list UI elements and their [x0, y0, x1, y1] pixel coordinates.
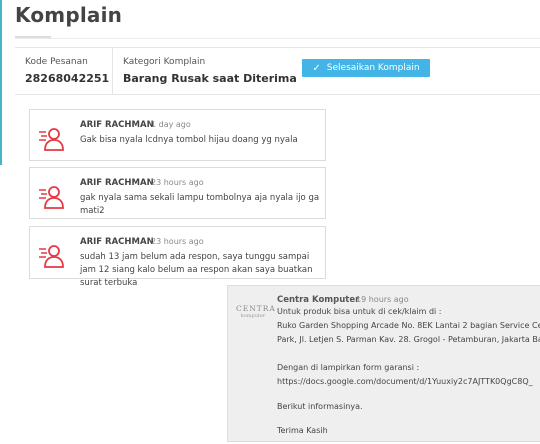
user-avatar-icon — [39, 128, 64, 151]
seller-author: Centra Komputer — [277, 295, 360, 305]
logo-sub-text: komputer — [240, 313, 266, 319]
seller-text-line: Park, Jl. Letjen S. Parman Kav. 28. Grog… — [277, 335, 540, 344]
seller-time: 19 hours ago — [356, 295, 409, 304]
user-avatar-icon — [39, 186, 64, 209]
order-code-cell: Kode Pesanan 28268042251 — [15, 48, 113, 94]
message-time: 23 hours ago — [151, 178, 204, 187]
seller-text-line: Terima Kasih — [277, 426, 328, 435]
complaint-info-row: Kode Pesanan 28268042251 Kategori Kompla… — [15, 47, 540, 95]
order-code-value: 28268042251 — [25, 72, 110, 85]
warranty-form-link[interactable]: https://docs.google.com/document/d/1Yuux… — [277, 377, 533, 386]
seller-text-line: Dengan di lampirkan form garansi : — [277, 363, 420, 372]
resolve-complaint-button[interactable]: ✓ Selesaikan Komplain — [302, 59, 430, 77]
message-item: ARIF RACHMAN 1 day ago Gak bisa nyala lc… — [29, 109, 326, 161]
page-title: Komplain — [15, 3, 123, 27]
message-time: 1 day ago — [151, 120, 191, 129]
resolve-complaint-label: Selesaikan Komplain — [326, 63, 420, 73]
seller-text-line: Untuk produk bisa untuk di cek/klaim di … — [277, 307, 442, 316]
category-label: Kategori Komplain — [123, 57, 206, 67]
seller-reply-message: CENTRA komputer Centra Komputer 19 hours… — [227, 285, 540, 442]
left-accent-bar — [0, 0, 2, 165]
message-author: ARIF RACHMAN — [80, 237, 154, 247]
check-icon: ✓ — [312, 62, 321, 74]
category-cell: Kategori Komplain Barang Rusak saat Dite… — [113, 48, 297, 94]
category-value: Barang Rusak saat Diterima — [123, 72, 297, 85]
message-author: ARIF RACHMAN — [80, 120, 154, 130]
centra-logo: CENTRA komputer — [236, 304, 276, 319]
seller-text-line: Ruko Garden Shopping Arcade No. 8EK Lant… — [277, 321, 540, 330]
message-time: 23 hours ago — [151, 237, 204, 246]
message-text: gak nyala sama sekali lampu tombolnya aj… — [80, 193, 320, 216]
user-avatar-icon — [39, 245, 64, 268]
message-author: ARIF RACHMAN — [80, 178, 154, 188]
message-item: ARIF RACHMAN 23 hours ago gak nyala sama… — [29, 167, 326, 219]
order-code-label: Kode Pesanan — [25, 57, 88, 67]
logo-main-text: CENTRA — [236, 304, 276, 313]
seller-text-line: Berikut informasinya. — [277, 402, 363, 411]
header-divider — [15, 38, 540, 39]
message-text: Gak bisa nyala lcdnya tombol hijau doang… — [80, 135, 298, 145]
message-item: ARIF RACHMAN 23 hours ago sudah 13 jam b… — [29, 226, 326, 288]
